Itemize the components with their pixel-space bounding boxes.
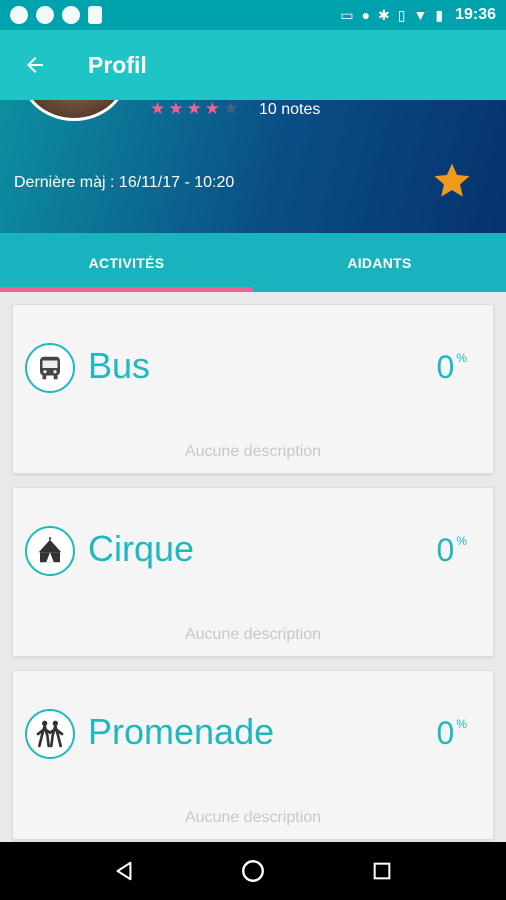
star-filled-icon: ★ <box>168 100 184 118</box>
tab-label: ACTIVITÉS <box>88 254 165 271</box>
star-empty-icon: ★ <box>223 100 239 118</box>
activity-percent: 0% <box>436 715 467 751</box>
status-left-icons <box>10 6 102 24</box>
profile-header: ★ ★ ★ ★ ★ 10 notes Dernière màj : 16/11/… <box>0 100 506 233</box>
activity-card-bus[interactable]: Bus 0% Aucune description <box>12 304 494 474</box>
status-bar: ▭ ● ✱ ▯ ▼ ▮ 19:36 <box>0 0 506 30</box>
activity-description: Aucune description <box>184 443 322 460</box>
sim-card-icon <box>88 6 102 24</box>
arrow-left-icon <box>27 57 43 73</box>
square-recents-icon <box>373 862 390 880</box>
app-bar: Profil <box>0 30 506 100</box>
activity-description: Aucune description <box>184 626 322 643</box>
app-m-icon <box>10 6 28 24</box>
tab-activites[interactable]: ACTIVITÉS <box>0 233 253 292</box>
star-filled-icon: ★ <box>150 100 166 118</box>
activity-card-promenade[interactable]: Promenade 0% Aucune description <box>12 670 494 840</box>
rating-stars: ★ ★ ★ ★ ★ <box>150 100 238 117</box>
page-title: Profil <box>88 51 147 78</box>
activity-description: Aucune description <box>184 809 322 826</box>
circle-home-icon <box>242 860 264 882</box>
triangle-back-icon <box>116 861 132 881</box>
nav-home-button[interactable] <box>231 849 275 893</box>
activity-title: Promenade <box>88 711 275 752</box>
favorite-star-button[interactable] <box>431 160 473 202</box>
location-icon: ● <box>361 7 371 23</box>
star-filled-icon: ★ <box>186 100 202 118</box>
star-filled-icon: ★ <box>204 100 220 118</box>
back-button[interactable] <box>0 30 70 100</box>
avatar <box>20 100 128 121</box>
battery-icon: ▮ <box>435 7 444 23</box>
hikers-icon <box>25 709 75 759</box>
tab-bar: ACTIVITÉS AIDANTS <box>0 233 506 292</box>
bluetooth-icon: ✱ <box>378 7 390 23</box>
activity-percent: 0% <box>436 349 467 385</box>
status-right-icons: ▭ ● ✱ ▯ ▼ ▮ 19:36 <box>340 6 496 24</box>
circus-tent-icon <box>25 526 75 576</box>
system-nav-bar <box>0 842 506 900</box>
nav-back-button[interactable] <box>102 849 146 893</box>
star-icon <box>434 163 470 197</box>
activity-title: Cirque <box>88 528 195 569</box>
app-m-icon <box>36 6 54 24</box>
activity-card-cirque[interactable]: Cirque 0% Aucune description <box>12 487 494 657</box>
status-time: 19:36 <box>455 6 496 23</box>
activity-percent: 0% <box>436 532 467 568</box>
last-update-text: Dernière màj : 16/11/17 - 10:20 <box>14 174 235 191</box>
activity-list[interactable]: Bus 0% Aucune description Cirque 0% Aucu… <box>0 292 506 842</box>
wifi-icon: ▼ <box>413 7 428 23</box>
bus-icon <box>25 343 75 393</box>
tab-label: AIDANTS <box>347 254 412 271</box>
rating-count: 10 notes <box>259 101 321 118</box>
circle-app-icon <box>62 6 80 24</box>
nav-recents-button[interactable] <box>360 849 404 893</box>
vibrate-icon: ▯ <box>397 7 406 23</box>
cast-icon: ▭ <box>340 7 354 23</box>
tab-aidants[interactable]: AIDANTS <box>253 233 506 292</box>
activity-title: Bus <box>88 345 151 386</box>
